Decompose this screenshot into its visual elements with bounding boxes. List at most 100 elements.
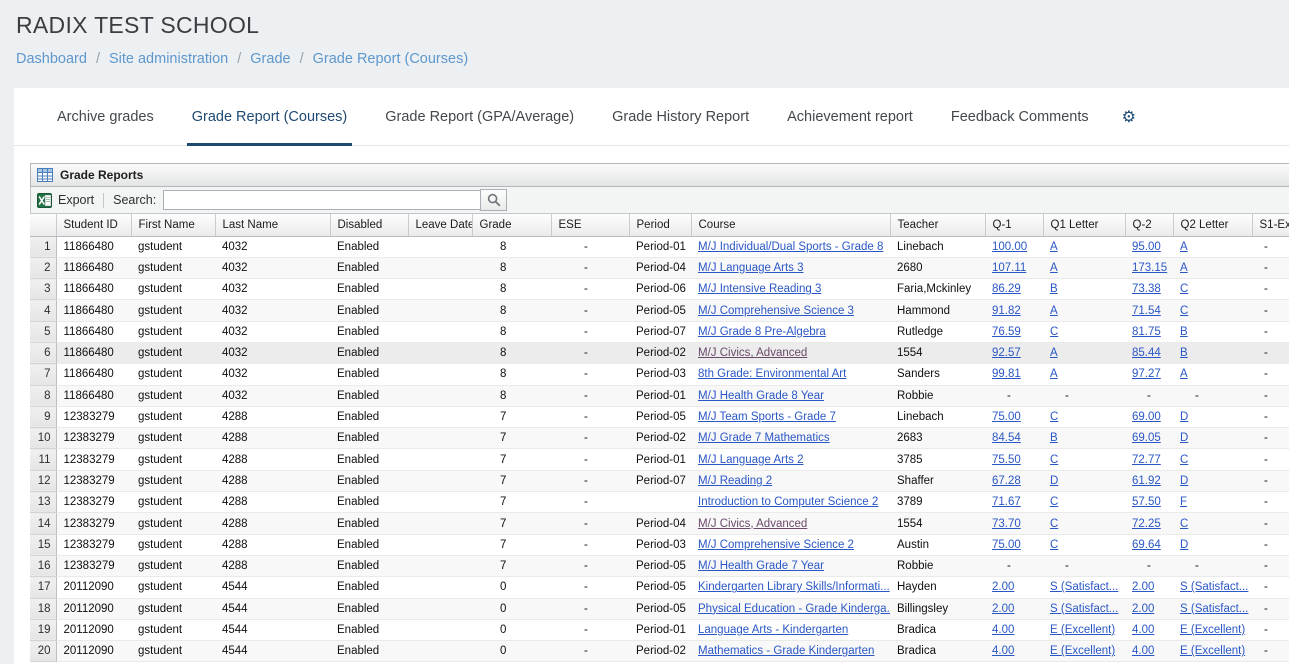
q1_letter-link[interactable]: E (Excellent) [1050,645,1115,657]
q2_letter-link[interactable]: D [1180,539,1188,551]
table-row[interactable]: 1612383279gstudent4288Enabled7-Period-05… [30,555,1289,576]
course-link[interactable]: 8th Grade: Environmental Art [698,368,846,380]
table-row[interactable]: 211866480gstudent4032Enabled8-Period-04M… [30,257,1289,278]
q2-link[interactable]: 85.44 [1132,347,1161,359]
course-link[interactable]: M/J Individual/Dual Sports - Grade 8 [698,241,883,253]
q1_letter-link[interactable]: A [1050,368,1058,380]
search-input[interactable] [163,190,481,210]
q2_letter-link[interactable]: E (Excellent) [1180,624,1245,636]
q2_letter-link[interactable]: A [1180,262,1188,274]
q2_letter-link[interactable]: C [1180,305,1188,317]
table-row[interactable]: 912383279gstudent4288Enabled7-Period-05M… [30,406,1289,427]
q2-link[interactable]: 2.00 [1132,603,1154,615]
q2_letter-link[interactable]: E (Excellent) [1180,645,1245,657]
q1-link[interactable]: 4.00 [992,624,1014,636]
q2_letter-link[interactable]: B [1180,326,1188,338]
q2_letter-link[interactable]: D [1180,432,1188,444]
q1_letter-link[interactable]: S (Satisfact... [1050,581,1118,593]
column-header-disabled[interactable]: Disabled [330,214,408,236]
table-row[interactable]: 811866480gstudent4032Enabled8-Period-01M… [30,385,1289,406]
table-row[interactable]: 1212383279gstudent4288Enabled7-Period-07… [30,470,1289,491]
column-header-grade[interactable]: Grade [472,214,551,236]
course-link[interactable]: M/J Team Sports - Grade 7 [698,411,836,423]
q2_letter-link[interactable]: C [1180,454,1188,466]
table-row[interactable]: 1820112090gstudent4544Enabled0-Period-05… [30,598,1289,619]
breadcrumb-link-dashboard[interactable]: Dashboard [16,51,87,67]
course-link[interactable]: M/J Health Grade 7 Year [698,560,824,572]
q1-link[interactable]: 75.00 [992,539,1021,551]
table-row[interactable]: 511866480gstudent4032Enabled8-Period-07M… [30,321,1289,342]
tab-grade-report-gpa-average[interactable]: Grade Report (GPA/Average) [366,88,593,145]
column-header-course[interactable]: Course [691,214,890,236]
q1-link[interactable]: 71.67 [992,496,1021,508]
q1-link[interactable]: 76.59 [992,326,1021,338]
q1_letter-link[interactable]: E (Excellent) [1050,624,1115,636]
table-row[interactable]: 1920112090gstudent4544Enabled0-Period-01… [30,619,1289,640]
course-link[interactable]: Mathematics - Grade Kindergarten [698,645,874,657]
column-header-num[interactable] [30,214,56,236]
q1_letter-link[interactable]: C [1050,326,1058,338]
q2-link[interactable]: 57.50 [1132,496,1161,508]
column-header-last_name[interactable]: Last Name [215,214,330,236]
q1-link[interactable]: 92.57 [992,347,1021,359]
course-link[interactable]: M/J Comprehensive Science 2 [698,539,854,551]
q1_letter-link[interactable]: A [1050,347,1058,359]
q1-link[interactable]: 86.29 [992,283,1021,295]
course-link[interactable]: M/J Health Grade 8 Year [698,390,824,402]
q1-link[interactable]: 67.28 [992,475,1021,487]
q1-link[interactable]: 100.00 [992,241,1027,253]
column-header-student_id[interactable]: Student ID [56,214,131,236]
column-header-leave_date[interactable]: Leave Date [408,214,472,236]
breadcrumb-link-grade-report-courses[interactable]: Grade Report (Courses) [313,51,469,67]
column-header-q1[interactable]: Q-1 [985,214,1043,236]
course-link[interactable]: M/J Grade 8 Pre-Algebra [698,326,826,338]
q2-link[interactable]: 73.38 [1132,283,1161,295]
table-row[interactable]: 2020112090gstudent4544Enabled0-Period-02… [30,641,1289,662]
q2_letter-link[interactable]: C [1180,283,1188,295]
q1-link[interactable]: 2.00 [992,581,1014,593]
q1-link[interactable]: 73.70 [992,518,1021,530]
course-link[interactable]: M/J Civics, Advanced [698,518,807,530]
q1_letter-link[interactable]: A [1050,241,1058,253]
table-row[interactable]: 1312383279gstudent4288Enabled7-Introduct… [30,492,1289,513]
course-link[interactable]: Kindergarten Library Skills/Informati... [698,581,890,593]
q2-link[interactable]: 4.00 [1132,645,1154,657]
q2-link[interactable]: 81.75 [1132,326,1161,338]
column-header-q2_letter[interactable]: Q2 Letter [1173,214,1252,236]
q2_letter-link[interactable]: C [1180,518,1188,530]
q1-link[interactable]: 2.00 [992,603,1014,615]
tab-achievement-report[interactable]: Achievement report [768,88,932,145]
table-row[interactable]: 1512383279gstudent4288Enabled7-Period-03… [30,534,1289,555]
column-header-teacher[interactable]: Teacher [890,214,985,236]
tab-grade-report-courses[interactable]: Grade Report (Courses) [173,88,367,145]
q2-link[interactable]: 97.27 [1132,368,1161,380]
q2_letter-link[interactable]: A [1180,241,1188,253]
table-row[interactable]: 711866480gstudent4032Enabled8-Period-038… [30,364,1289,385]
q1_letter-link[interactable]: C [1050,496,1058,508]
q1_letter-link[interactable]: A [1050,262,1058,274]
q2_letter-link[interactable]: S (Satisfact... [1180,603,1248,615]
table-row[interactable]: 411866480gstudent4032Enabled8-Period-05M… [30,300,1289,321]
q1_letter-link[interactable]: C [1050,454,1058,466]
course-link[interactable]: M/J Comprehensive Science 3 [698,305,854,317]
column-header-first_name[interactable]: First Name [131,214,215,236]
q2_letter-link[interactable]: B [1180,347,1188,359]
q2-link[interactable]: 173.15 [1132,262,1167,274]
table-row[interactable]: 311866480gstudent4032Enabled8-Period-06M… [30,279,1289,300]
course-link[interactable]: M/J Intensive Reading 3 [698,283,821,295]
q2_letter-link[interactable]: D [1180,475,1188,487]
breadcrumb-link-site-administration[interactable]: Site administration [109,51,228,67]
column-header-q1_letter[interactable]: Q1 Letter [1043,214,1125,236]
q1_letter-link[interactable]: S (Satisfact... [1050,603,1118,615]
q1-link[interactable]: 75.00 [992,411,1021,423]
q2_letter-link[interactable]: A [1180,368,1188,380]
q1_letter-link[interactable]: C [1050,518,1058,530]
course-link[interactable]: Physical Education - Grade Kinderga... [698,603,890,615]
q1_letter-link[interactable]: B [1050,283,1058,295]
q2-link[interactable]: 72.25 [1132,518,1161,530]
breadcrumb-link-grade[interactable]: Grade [250,51,290,67]
column-header-ese[interactable]: ESE [551,214,629,236]
table-row[interactable]: 611866480gstudent4032Enabled8-Period-02M… [30,342,1289,363]
q1_letter-link[interactable]: A [1050,305,1058,317]
q1_letter-link[interactable]: C [1050,411,1058,423]
